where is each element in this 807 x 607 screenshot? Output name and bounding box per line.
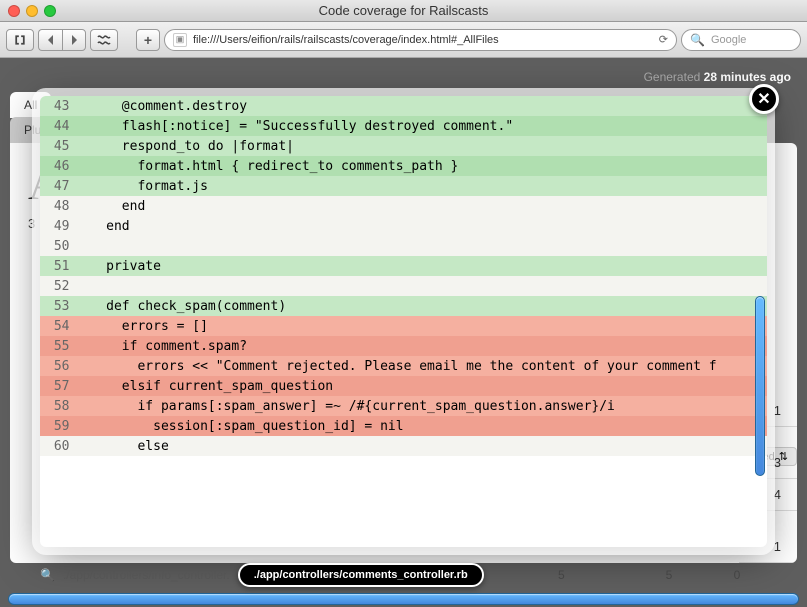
minimize-window-button[interactable] bbox=[26, 5, 38, 17]
close-icon: ✕ bbox=[757, 89, 770, 109]
evernote-button[interactable] bbox=[6, 29, 34, 51]
line-number: 45 bbox=[40, 136, 80, 156]
code-line: 50 bbox=[40, 236, 767, 256]
window-titlebar: Code coverage for Railscasts bbox=[0, 0, 807, 22]
line-source: errors << "Comment rejected. Please emai… bbox=[80, 356, 767, 376]
line-source: session[:spam_question_id] = nil bbox=[80, 416, 767, 436]
line-number: 54 bbox=[40, 316, 80, 336]
line-number: 47 bbox=[40, 176, 80, 196]
line-number: 55 bbox=[40, 336, 80, 356]
url-text: file:///Users/eifion/rails/railscasts/co… bbox=[193, 34, 499, 46]
coverage-col-1: 5 bbox=[531, 568, 591, 582]
horizontal-scrollbar[interactable] bbox=[8, 593, 799, 605]
code-line: 47 format.js bbox=[40, 176, 767, 196]
code-line: 49 end bbox=[40, 216, 767, 236]
line-number: 51 bbox=[40, 256, 80, 276]
line-source: else bbox=[80, 436, 767, 456]
chevron-left-icon bbox=[46, 35, 56, 45]
current-file-breadcrumb[interactable]: ./app/controllers/comments_controller.rb bbox=[238, 563, 484, 587]
code-line: 44 flash[:notice] = "Successfully destro… bbox=[40, 116, 767, 136]
code-line: 57 elsif current_spam_question bbox=[40, 376, 767, 396]
vertical-scrollbar[interactable] bbox=[755, 296, 765, 476]
plus-icon: + bbox=[144, 32, 152, 48]
code-scroll-area[interactable]: 43 @comment.destroy44 flash[:notice] = "… bbox=[40, 96, 767, 547]
forward-button[interactable] bbox=[62, 29, 86, 51]
line-source: errors = [] bbox=[80, 316, 767, 336]
line-number: 48 bbox=[40, 196, 80, 216]
line-number: 60 bbox=[40, 436, 80, 456]
line-source: respond_to do |format| bbox=[80, 136, 767, 156]
line-source bbox=[80, 276, 767, 296]
line-number: 50 bbox=[40, 236, 80, 256]
code-line: 43 @comment.destroy bbox=[40, 96, 767, 116]
elephant-icon bbox=[13, 33, 27, 47]
line-number: 44 bbox=[40, 116, 80, 136]
coverage-col-2: 5 bbox=[639, 568, 699, 582]
line-source: if params[:spam_answer] =~ /#{current_sp… bbox=[80, 396, 767, 416]
code-line: 53 def check_spam(comment) bbox=[40, 296, 767, 316]
line-source: flash[:notice] = "Successfully destroyed… bbox=[80, 116, 767, 136]
code-line: 60 else bbox=[40, 436, 767, 456]
line-number: 58 bbox=[40, 396, 80, 416]
window-title: Code coverage for Railscasts bbox=[0, 3, 807, 18]
line-source: if comment.spam? bbox=[80, 336, 767, 356]
search-icon[interactable]: 🔍 bbox=[40, 568, 55, 582]
chevron-right-icon bbox=[69, 35, 79, 45]
code-line: 46 format.html { redirect_to comments_pa… bbox=[40, 156, 767, 176]
reload-icon[interactable]: ⟳ bbox=[659, 33, 668, 46]
code-line: 56 errors << "Comment rejected. Please e… bbox=[40, 356, 767, 376]
code-table: 43 @comment.destroy44 flash[:notice] = "… bbox=[40, 96, 767, 456]
browser-toolbar: + ▣ file:///Users/eifion/rails/railscast… bbox=[0, 22, 807, 58]
nav-buttons bbox=[38, 29, 86, 51]
line-number: 49 bbox=[40, 216, 80, 236]
close-window-button[interactable] bbox=[8, 5, 20, 17]
add-bookmark-button[interactable]: + bbox=[136, 29, 160, 51]
zoom-window-button[interactable] bbox=[44, 5, 56, 17]
code-line: 45 respond_to do |format| bbox=[40, 136, 767, 156]
line-number: 59 bbox=[40, 416, 80, 436]
line-source: elsif current_spam_question bbox=[80, 376, 767, 396]
readability-button[interactable] bbox=[90, 29, 118, 51]
line-source: @comment.destroy bbox=[80, 96, 767, 116]
code-line: 54 errors = [] bbox=[40, 316, 767, 336]
line-number: 56 bbox=[40, 356, 80, 376]
line-source: format.js bbox=[80, 176, 767, 196]
line-source bbox=[80, 236, 767, 256]
search-placeholder: Google bbox=[711, 34, 746, 46]
generated-timestamp: Generated 28 minutes ago bbox=[0, 66, 807, 92]
filter-bar: 🔍 ./app/controllers/info_controller. ./a… bbox=[40, 561, 767, 589]
file-favicon-icon: ▣ bbox=[173, 33, 187, 47]
filter-path-text: ./app/controllers/info_controller. bbox=[63, 568, 230, 582]
line-number: 43 bbox=[40, 96, 80, 116]
code-line: 52 bbox=[40, 276, 767, 296]
search-bar[interactable]: 🔍 Google bbox=[681, 29, 801, 51]
line-number: 57 bbox=[40, 376, 80, 396]
code-line: 58 if params[:spam_answer] =~ /#{current… bbox=[40, 396, 767, 416]
line-number: 53 bbox=[40, 296, 80, 316]
line-source: private bbox=[80, 256, 767, 276]
line-source: end bbox=[80, 196, 767, 216]
back-button[interactable] bbox=[38, 29, 62, 51]
code-line: 55 if comment.spam? bbox=[40, 336, 767, 356]
coverage-col-3: 0 bbox=[707, 568, 767, 582]
traffic-lights bbox=[8, 5, 56, 17]
code-coverage-modal: ✕ 43 @comment.destroy44 flash[:notice] =… bbox=[40, 96, 767, 547]
squiggle-icon bbox=[97, 34, 111, 46]
code-line: 59 session[:spam_question_id] = nil bbox=[40, 416, 767, 436]
line-number: 52 bbox=[40, 276, 80, 296]
url-bar[interactable]: ▣ file:///Users/eifion/rails/railscasts/… bbox=[164, 29, 677, 51]
line-source: format.html { redirect_to comments_path … bbox=[80, 156, 767, 176]
code-line: 51 private bbox=[40, 256, 767, 276]
code-line: 48 end bbox=[40, 196, 767, 216]
line-number: 46 bbox=[40, 156, 80, 176]
line-source: end bbox=[80, 216, 767, 236]
close-modal-button[interactable]: ✕ bbox=[749, 84, 779, 114]
line-source: def check_spam(comment) bbox=[80, 296, 767, 316]
search-icon: 🔍 bbox=[690, 33, 705, 47]
